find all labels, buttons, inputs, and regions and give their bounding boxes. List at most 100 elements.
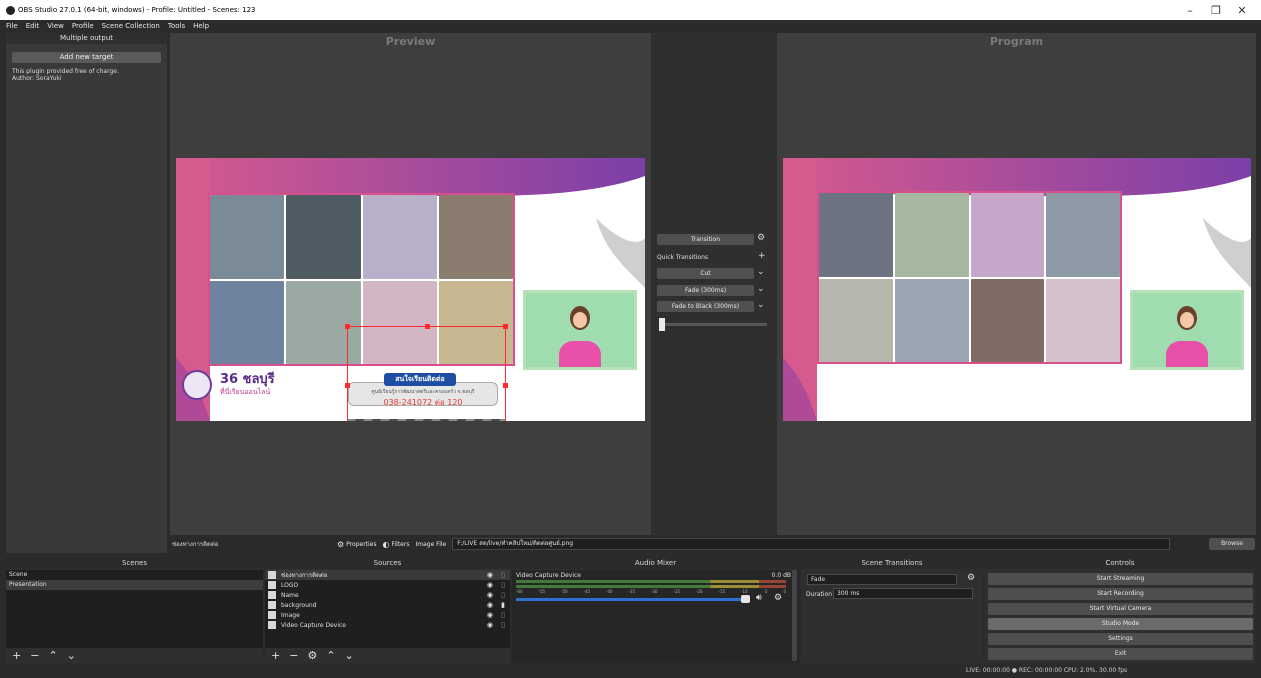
gear-icon[interactable]: ⚙ xyxy=(967,573,975,583)
lock-icon[interactable]: ▯ xyxy=(501,571,505,579)
exit-button[interactable]: Exit xyxy=(988,648,1253,660)
selected-source-name: ช่องทางการติดต่อ xyxy=(172,541,219,548)
maximize-button[interactable]: ❐ xyxy=(1203,4,1229,17)
controls-title: Controls xyxy=(985,557,1255,569)
menu-scene-collection[interactable]: Scene Collection xyxy=(102,22,160,30)
source-properties-gear-icon[interactable]: ⚙ xyxy=(307,649,317,662)
chevron-down-icon[interactable]: ⌄ xyxy=(757,284,765,294)
browse-button[interactable]: Browse xyxy=(1209,538,1255,550)
program-title: Program xyxy=(989,35,1044,48)
filters-button[interactable]: ◐ Filters xyxy=(383,540,410,549)
resize-handle[interactable] xyxy=(503,383,508,388)
minimize-button[interactable]: – xyxy=(1177,4,1203,17)
source-item[interactable]: Image ◉ ▯ xyxy=(265,610,510,620)
quick-transitions-label: Quick Transitions xyxy=(657,254,709,261)
properties-button[interactable]: ⚙ Properties xyxy=(337,540,377,549)
menu-tools[interactable]: Tools xyxy=(168,22,185,30)
visibility-eye-icon[interactable]: ◉ xyxy=(487,571,493,579)
resize-handle[interactable] xyxy=(345,383,350,388)
logo-tagline: ที่นี่เรียนออนไลน์ xyxy=(220,387,271,396)
studio-mode-button[interactable]: Studio Mode xyxy=(988,618,1253,630)
status-bar: LIVE: 00:00:00 ● REC: 00:00:00 CPU: 2.0%… xyxy=(0,664,1261,678)
status-text: LIVE: 00:00:00 ● REC: 00:00:00 CPU: 2.0%… xyxy=(966,667,1128,674)
scene-item[interactable]: Scene xyxy=(6,570,263,580)
seal-icon xyxy=(182,370,212,400)
remove-scene-button[interactable]: − xyxy=(30,649,39,662)
menu-help[interactable]: Help xyxy=(193,22,209,30)
resize-handle[interactable] xyxy=(503,324,508,329)
duration-field[interactable]: 300 ms xyxy=(833,588,973,599)
gear-icon[interactable]: ⚙ xyxy=(757,233,765,243)
meter-tick: -15 xyxy=(718,589,726,594)
visibility-eye-icon[interactable]: ◉ xyxy=(487,621,493,629)
transition-button[interactable]: Transition xyxy=(657,234,754,245)
volume-slider[interactable] xyxy=(516,598,748,601)
scene-item[interactable]: Presentation xyxy=(6,580,263,590)
gear-icon[interactable]: ⚙ xyxy=(774,593,782,603)
preview-canvas[interactable]: 36 ชลบุรี ที่นี่เรียนออนไลน์ สนใจเรียนติ… xyxy=(176,158,645,421)
source-label: Video Capture Device xyxy=(281,621,347,629)
scenes-title: Scenes xyxy=(6,557,263,569)
logo-block: 36 ชลบุรี ที่นี่เรียนออนไลน์ xyxy=(182,370,275,400)
close-button[interactable]: ✕ xyxy=(1229,4,1255,17)
menu-edit[interactable]: Edit xyxy=(26,22,40,30)
source-item[interactable]: background ◉ ▮ xyxy=(265,600,510,610)
lock-icon[interactable]: ▯ xyxy=(501,591,505,599)
volume-slider-knob[interactable] xyxy=(741,595,750,603)
cut-button[interactable]: Cut xyxy=(657,268,754,279)
preview-title: Preview xyxy=(385,35,436,48)
fade-to-black-button[interactable]: Fade to Black (300ms) xyxy=(657,301,754,312)
speaker-icon[interactable]: 🔊︎ xyxy=(756,593,762,603)
plus-icon[interactable]: + xyxy=(758,251,766,261)
tbar-slider[interactable] xyxy=(659,318,767,331)
start-streaming-button[interactable]: Start Streaming xyxy=(988,573,1253,585)
fade-button[interactable]: Fade (300ms) xyxy=(657,285,754,296)
meter-tick: -25 xyxy=(673,589,681,594)
sources-dock: Sources ช่องทางการติดต่อ ◉ ▯ LOGO ◉ ▯ Name ◉ ▯… xyxy=(265,557,510,663)
filters-label: Filters xyxy=(391,540,410,548)
visibility-eye-icon[interactable]: ◉ xyxy=(487,611,493,619)
mixer-scrollbar[interactable] xyxy=(792,570,797,661)
title-bar: OBS Studio 27.0.1 (64-bit, windows) - Pr… xyxy=(0,0,1261,20)
menu-file[interactable]: File xyxy=(6,22,18,30)
move-down-icon[interactable]: ⌄ xyxy=(345,649,354,662)
resize-handle[interactable] xyxy=(425,324,430,329)
move-up-icon[interactable]: ⌃ xyxy=(48,649,57,662)
meter-tick: -55 xyxy=(538,589,546,594)
resize-handle[interactable] xyxy=(345,324,350,329)
obs-logo-icon xyxy=(6,5,15,15)
add-scene-button[interactable]: + xyxy=(12,649,21,662)
source-item[interactable]: Video Capture Device ◉ ▯ xyxy=(265,620,510,630)
visibility-eye-icon[interactable]: ◉ xyxy=(487,581,493,589)
mixer-area xyxy=(512,570,799,663)
meter-tick: -60 xyxy=(516,589,523,594)
source-item[interactable]: Name ◉ ▯ xyxy=(265,590,510,600)
source-label: Name xyxy=(281,591,299,599)
lock-icon[interactable]: ▯ xyxy=(501,621,505,629)
source-item[interactable]: ช่องทางการติดต่อ ◉ ▯ xyxy=(265,570,510,580)
image-icon xyxy=(268,601,276,609)
add-source-button[interactable]: + xyxy=(271,649,280,662)
lock-icon[interactable]: ▯ xyxy=(501,581,505,589)
visibility-eye-icon[interactable]: ◉ xyxy=(487,591,493,599)
tbar-knob[interactable] xyxy=(659,318,665,331)
image-file-path-field[interactable]: F:/LIVE สด/live/ทำคลิปใหม่/ติดต่อศูนย์.p… xyxy=(452,538,1171,550)
chevron-down-icon[interactable]: ⌄ xyxy=(757,267,765,277)
remove-source-button[interactable]: − xyxy=(289,649,298,662)
lock-icon[interactable]: ▯ xyxy=(501,611,505,619)
transition-select[interactable]: Fade xyxy=(807,574,957,585)
move-up-icon[interactable]: ⌃ xyxy=(326,649,335,662)
menu-view[interactable]: View xyxy=(47,22,64,30)
menu-profile[interactable]: Profile xyxy=(72,22,94,30)
move-down-icon[interactable]: ⌄ xyxy=(67,649,76,662)
menu-bar: File Edit View Profile Scene Collection … xyxy=(0,20,1261,32)
add-new-target-button[interactable]: Add new target xyxy=(12,52,161,63)
source-item[interactable]: LOGO ◉ ▯ xyxy=(265,580,510,590)
visibility-eye-icon[interactable]: ◉ xyxy=(487,601,493,609)
settings-button[interactable]: Settings xyxy=(988,633,1253,645)
lock-icon[interactable]: ▮ xyxy=(501,601,505,609)
preview-pane[interactable]: Preview 36 ชลบุรี ที่นี่เรียนออนไลน์ สนใ… xyxy=(170,33,651,535)
start-recording-button[interactable]: Start Recording xyxy=(988,588,1253,600)
chevron-down-icon[interactable]: ⌄ xyxy=(757,300,765,310)
start-virtual-camera-button[interactable]: Start Virtual Camera xyxy=(988,603,1253,615)
